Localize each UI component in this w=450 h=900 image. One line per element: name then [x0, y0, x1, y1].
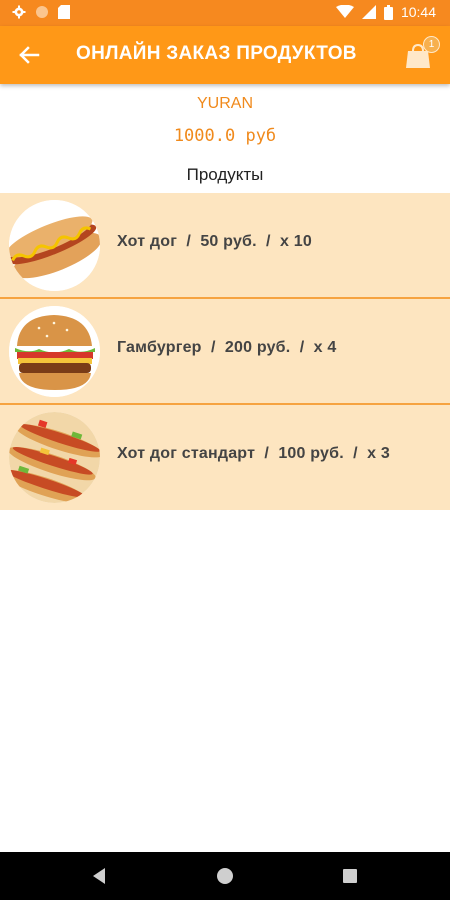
hot-dog-standard-image	[9, 412, 100, 503]
wifi-icon	[335, 5, 354, 18]
product-row-hot-dog[interactable]: Хот дог / 50 руб. / x 10	[0, 193, 450, 299]
status-bar: 10:44	[0, 0, 450, 26]
product-label: Гамбургер / 200 руб. / x 4	[117, 339, 337, 356]
arrow-back-icon	[19, 46, 40, 64]
status-right-icons: 10:44	[335, 4, 436, 20]
battery-icon	[383, 4, 393, 20]
product-list: Хот дог / 50 руб. / x 10 Гамбургер / 200…	[0, 193, 450, 510]
back-triangle-icon[interactable]	[91, 867, 107, 885]
product-row-hot-dog-standard[interactable]: Хот дог стандарт / 100 руб. / x 3	[0, 405, 450, 510]
page-title: ОНЛАЙН ЗАКАЗ ПРОДУКТОВ	[76, 43, 357, 64]
balance-amount: 1000.0 руб	[173, 126, 277, 146]
cart-button[interactable]: 1	[404, 36, 440, 72]
product-label: Хот дог стандарт / 100 руб. / x 3	[117, 445, 390, 462]
product-row-hamburger[interactable]: Гамбургер / 200 руб. / x 4	[0, 299, 450, 405]
hamburger-image	[9, 306, 100, 397]
home-circle-icon[interactable]	[216, 867, 234, 885]
gear-icon	[12, 5, 26, 19]
status-left-icons	[12, 5, 70, 19]
recents-square-icon[interactable]	[343, 869, 357, 883]
app-bar: ОНЛАЙН ЗАКАЗ ПРОДУКТОВ 1	[0, 26, 450, 84]
system-nav-bar	[0, 852, 450, 900]
hot-dog-image	[9, 200, 100, 291]
section-title: Продукты	[186, 165, 264, 184]
cart-badge: 1	[423, 36, 440, 53]
status-time: 10:44	[400, 4, 436, 20]
signal-icon	[361, 5, 376, 19]
circle-icon	[36, 6, 48, 18]
user-name: YURAN	[196, 95, 253, 112]
product-label: Хот дог / 50 руб. / x 10	[117, 233, 312, 250]
sd-card-icon	[58, 5, 70, 19]
back-button[interactable]	[14, 40, 44, 70]
